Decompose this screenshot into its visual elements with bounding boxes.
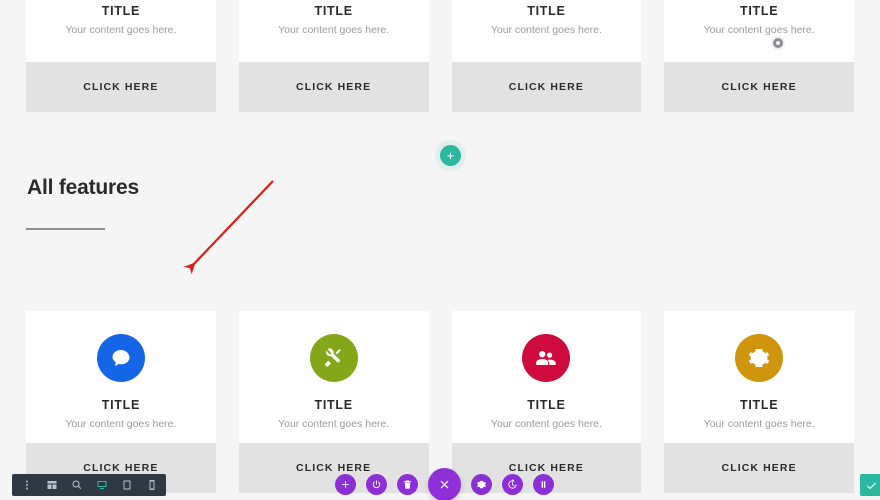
chat-bubble-icon	[96, 334, 145, 382]
card-title: TITLE	[527, 398, 566, 412]
card-body: TITLE Your content goes here.	[26, 311, 216, 443]
card-text: Your content goes here.	[65, 418, 177, 430]
top-card-row: TITLE Your content goes here. CLICK HERE…	[0, 0, 880, 112]
plus-icon	[342, 481, 349, 488]
card-title: TITLE	[527, 4, 566, 18]
builder-action-bar[interactable]	[335, 468, 554, 500]
add-row-button[interactable]: +	[440, 145, 461, 166]
card-text: Your content goes here.	[703, 418, 815, 430]
add-module-button[interactable]	[335, 474, 356, 495]
history-button[interactable]	[502, 474, 523, 495]
card-title: TITLE	[740, 4, 779, 18]
close-builder-button[interactable]	[428, 468, 461, 500]
card-text: Your content goes here.	[703, 24, 815, 36]
plus-icon: +	[446, 148, 455, 163]
card-text: Your content goes here.	[278, 418, 390, 430]
card[interactable]: TITLE Your content goes here. CLICK HERE	[664, 311, 854, 493]
card[interactable]: TITLE Your content goes here. CLICK HERE	[26, 311, 216, 493]
card-title: TITLE	[314, 398, 353, 412]
device-preview-toolbar[interactable]	[12, 474, 166, 496]
card-text: Your content goes here.	[278, 24, 390, 36]
card-cta-button[interactable]: CLICK HERE	[238, 62, 429, 112]
card-cta-button[interactable]: CLICK HERE	[664, 62, 854, 112]
phone-icon[interactable]	[145, 479, 158, 492]
more-vertical-icon[interactable]	[20, 479, 33, 492]
card-body: TITLE Your content goes here.	[451, 311, 642, 443]
page-title: All features	[27, 176, 139, 199]
card-text: Your content goes here.	[490, 418, 602, 430]
card-title: TITLE	[314, 4, 353, 18]
card-title: TITLE	[740, 398, 779, 412]
layout-grid-icon[interactable]	[45, 479, 58, 492]
trash-icon	[403, 480, 412, 489]
card-body: TITLE Your content goes here.	[238, 0, 429, 62]
delete-button[interactable]	[397, 474, 418, 495]
power-toggle-button[interactable]	[366, 474, 387, 495]
card[interactable]: TITLE Your content goes here. CLICK HERE	[26, 0, 216, 112]
features-card-row: TITLE Your content goes here. CLICK HERE…	[0, 311, 880, 493]
card-body: TITLE Your content goes here.	[664, 311, 854, 443]
save-button[interactable]	[860, 474, 880, 496]
history-icon	[508, 479, 517, 489]
annotation-arrow	[183, 180, 274, 275]
card-text: Your content goes here.	[490, 24, 602, 36]
card-title: TITLE	[101, 398, 140, 412]
power-icon	[372, 480, 381, 489]
card-body: TITLE Your content goes here.	[238, 311, 429, 443]
pause-icon	[541, 481, 546, 488]
gear-icon	[735, 334, 784, 382]
card[interactable]: TITLE Your content goes here. CLICK HERE	[238, 0, 429, 112]
check-icon	[866, 482, 876, 489]
card-title: TITLE	[101, 4, 140, 18]
card[interactable]: TITLE Your content goes here. CLICK HERE	[238, 311, 429, 493]
page-canvas: TITLE Your content goes here. CLICK HERE…	[0, 0, 880, 500]
tools-icon	[309, 334, 358, 382]
settings-button[interactable]	[471, 474, 492, 495]
card[interactable]: TITLE Your content goes here. CLICK HERE	[451, 311, 642, 493]
desktop-icon[interactable]	[95, 479, 108, 492]
cursor-dot-icon	[771, 36, 785, 50]
card-cta-button[interactable]: CLICK HERE	[451, 62, 642, 112]
search-icon[interactable]	[70, 479, 83, 492]
card-text: Your content goes here.	[65, 24, 177, 36]
card[interactable]: TITLE Your content goes here. CLICK HERE	[451, 0, 642, 112]
card-body: TITLE Your content goes here.	[664, 0, 854, 62]
tablet-icon[interactable]	[120, 479, 133, 492]
users-icon	[522, 334, 571, 382]
card-cta-button[interactable]: CLICK HERE	[664, 443, 854, 493]
gear-icon	[477, 480, 486, 489]
card-body: TITLE Your content goes here.	[26, 0, 216, 62]
heading-divider	[26, 228, 105, 230]
close-icon	[440, 480, 449, 489]
pause-button[interactable]	[533, 474, 554, 495]
card-cta-button[interactable]: CLICK HERE	[26, 62, 216, 112]
card[interactable]: TITLE Your content goes here. CLICK HERE	[664, 0, 854, 112]
card-body: TITLE Your content goes here.	[451, 0, 642, 62]
